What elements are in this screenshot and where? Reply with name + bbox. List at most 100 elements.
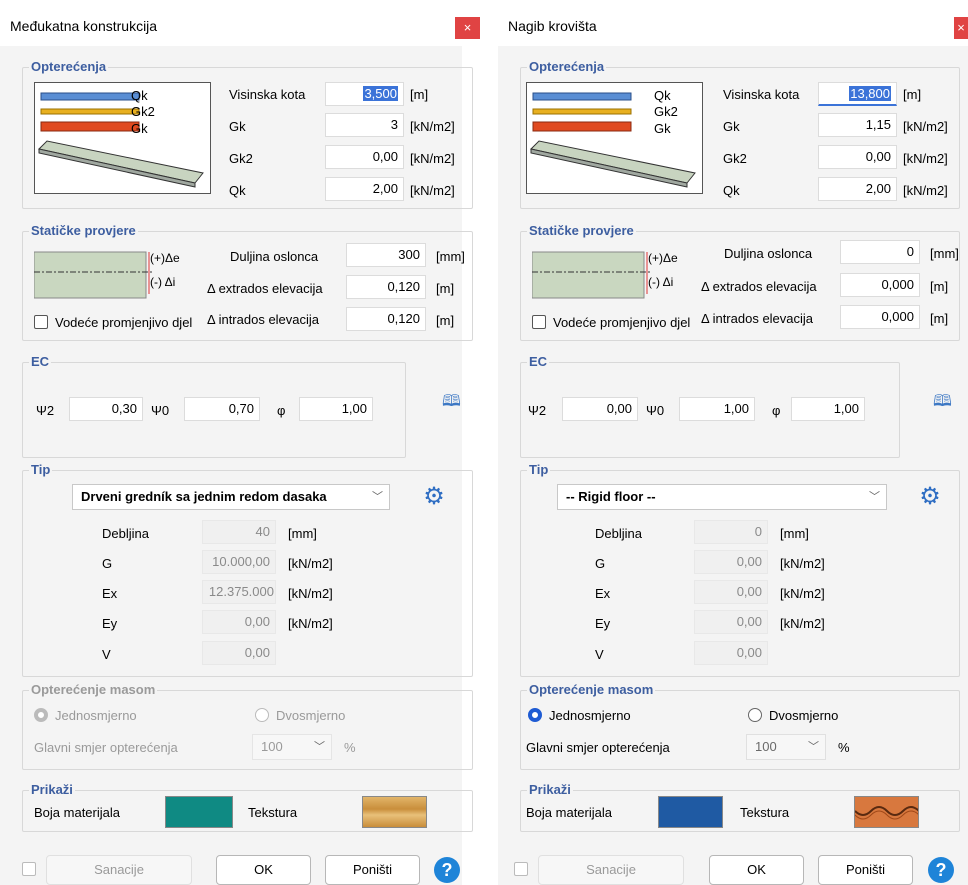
gk-label: Gk <box>229 119 246 134</box>
help-icon[interactable]: ? <box>928 857 954 883</box>
phi-input[interactable]: 1,00 <box>299 397 373 421</box>
duljina-input[interactable]: 300 <box>346 243 426 267</box>
ponisti-button[interactable]: Poništi <box>325 855 420 885</box>
group-title: Opterećenja <box>29 59 109 74</box>
g-unit: [kN/m2] <box>288 556 333 571</box>
texture-pattern <box>854 806 920 820</box>
psi0-input[interactable]: 0,70 <box>184 397 260 421</box>
visinska-input[interactable]: 3,500 <box>325 82 404 106</box>
gk2-input[interactable]: 0,00 <box>818 145 897 169</box>
glavni-smjer-label: Glavni smjer opterećenja <box>34 740 178 755</box>
book-icon[interactable]: 🕮 <box>442 390 461 417</box>
psi2-input[interactable]: 0,00 <box>562 397 638 421</box>
extrados-label: Δ extrados elevacija <box>701 279 817 294</box>
duljina-label: Duljina oslonca <box>230 249 319 264</box>
visinska-label: Visinska kota <box>229 87 306 102</box>
sanacije-button: Sanacije <box>538 855 684 885</box>
gk-input[interactable]: 1,15 <box>818 113 897 137</box>
g-input: 10.000,00 <box>202 550 276 574</box>
qk-input[interactable]: 2,00 <box>325 177 404 201</box>
material-color-swatch[interactable] <box>658 796 723 828</box>
tekstura-label: Tekstura <box>740 805 790 820</box>
g-unit: [kN/m2] <box>780 556 825 571</box>
gear-icon[interactable]: ⚙ <box>919 485 941 509</box>
debljina-label: Debljina <box>595 526 642 541</box>
tip-combo[interactable]: Drveni gredník sa jednim redom dasaka ﹀ <box>72 484 390 510</box>
intrados-unit: [m] <box>436 313 455 328</box>
ok-button[interactable]: OK <box>216 855 311 885</box>
material-color-swatch[interactable] <box>165 796 233 828</box>
vodece-checkbox[interactable] <box>532 315 546 329</box>
qk-input[interactable]: 2,00 <box>818 177 897 201</box>
dialog-title: Nagib krovišta <box>508 18 597 34</box>
chevron-down-icon: ﹀ <box>314 741 325 753</box>
jednosmjerno-label: Jednosmjerno <box>55 708 137 723</box>
psi0-input[interactable]: 1,00 <box>679 397 755 421</box>
vodece-label: Vodeće promjenjivo djel <box>553 315 691 330</box>
gk2-unit: [kN/m2] <box>903 151 948 166</box>
intrados-unit: [m] <box>930 311 949 326</box>
legend-qk: Qk <box>131 88 148 103</box>
g-label: G <box>595 556 606 571</box>
jednosmjerno-radio[interactable] <box>528 708 542 722</box>
ex-unit: [kN/m2] <box>780 586 825 601</box>
gear-icon[interactable]: ⚙ <box>423 485 445 509</box>
dvosmjerno-label: Dvosmjerno <box>276 708 346 723</box>
gk-input[interactable]: 3 <box>325 113 404 137</box>
close-button[interactable]: × <box>455 17 480 39</box>
vodece-checkbox[interactable] <box>34 315 48 329</box>
group-title: Tip <box>29 462 53 477</box>
duljina-unit: [mm] <box>930 246 959 261</box>
group-title: Prikaži <box>29 782 75 797</box>
load-diagram <box>526 82 703 194</box>
ey-input: 0,00 <box>202 610 276 634</box>
close-button[interactable]: × <box>954 17 968 39</box>
gk2-input[interactable]: 0,00 <box>325 145 404 169</box>
book-icon[interactable]: 🕮 <box>933 390 952 417</box>
chevron-down-icon: ﹀ <box>869 491 880 503</box>
intrados-input[interactable]: 0,000 <box>840 305 920 329</box>
qk-unit: [kN/m2] <box>903 183 948 198</box>
dialog-medukatna: Međukatna konstrukcija × Opterećenja Qk … <box>0 0 480 885</box>
duljina-input[interactable]: 0 <box>840 240 920 264</box>
boja-label: Boja materijala <box>526 805 612 820</box>
phi-input[interactable]: 1,00 <box>791 397 865 421</box>
debljina-unit: [mm] <box>780 526 809 541</box>
duljina-unit: [mm] <box>436 249 465 264</box>
ex-input: 12.375.000 <box>202 580 276 604</box>
smjer-combo[interactable]: 100 ﹀ <box>746 734 826 760</box>
help-icon[interactable]: ? <box>434 857 460 883</box>
dialog-nagib: Nagib krovišta × Opterećenja Qk Gk2 Gk V… <box>498 0 968 885</box>
extrados-input[interactable]: 0,000 <box>840 273 920 297</box>
duljina-label: Duljina oslonca <box>724 246 813 261</box>
smjer-combo: 100 ﹀ <box>252 734 332 760</box>
ey-unit: [kN/m2] <box>780 616 825 631</box>
texture-swatch[interactable] <box>362 796 427 828</box>
extrados-input[interactable]: 0,120 <box>346 275 426 299</box>
gk2-label: Gk2 <box>229 151 253 166</box>
minus-delta-label: (-) Δi <box>150 275 176 289</box>
visinska-unit: [m] <box>903 87 922 102</box>
tip-combo[interactable]: -- Rigid floor -- ﹀ <box>557 484 887 510</box>
intrados-label: Δ intrados elevacija <box>207 312 320 327</box>
extrados-unit: [m] <box>436 281 455 296</box>
dvosmjerno-radio[interactable] <box>748 708 762 722</box>
group-masom: Opterećenje masom <box>22 682 473 770</box>
jednosmjerno-label: Jednosmjerno <box>549 708 631 723</box>
intrados-input[interactable]: 0,120 <box>346 307 426 331</box>
ey-unit: [kN/m2] <box>288 616 333 631</box>
sanacije-checkbox[interactable] <box>514 862 528 876</box>
psi2-input[interactable]: 0,30 <box>69 397 143 421</box>
group-title: Statičke provjere <box>527 223 636 238</box>
title-bar: Nagib krovišta × <box>498 0 968 46</box>
visinska-label: Visinska kota <box>723 87 800 102</box>
sanacije-checkbox[interactable] <box>22 862 36 876</box>
ponisti-button[interactable]: Poništi <box>818 855 913 885</box>
phi-label: φ <box>277 403 286 418</box>
gk-unit: [kN/m2] <box>410 119 455 134</box>
texture-swatch[interactable] <box>854 796 920 828</box>
legend-gk2: Gk2 <box>131 104 155 119</box>
debljina-unit: [mm] <box>288 526 317 541</box>
ok-button[interactable]: OK <box>709 855 804 885</box>
visinska-input[interactable]: 13,800 <box>818 82 897 106</box>
